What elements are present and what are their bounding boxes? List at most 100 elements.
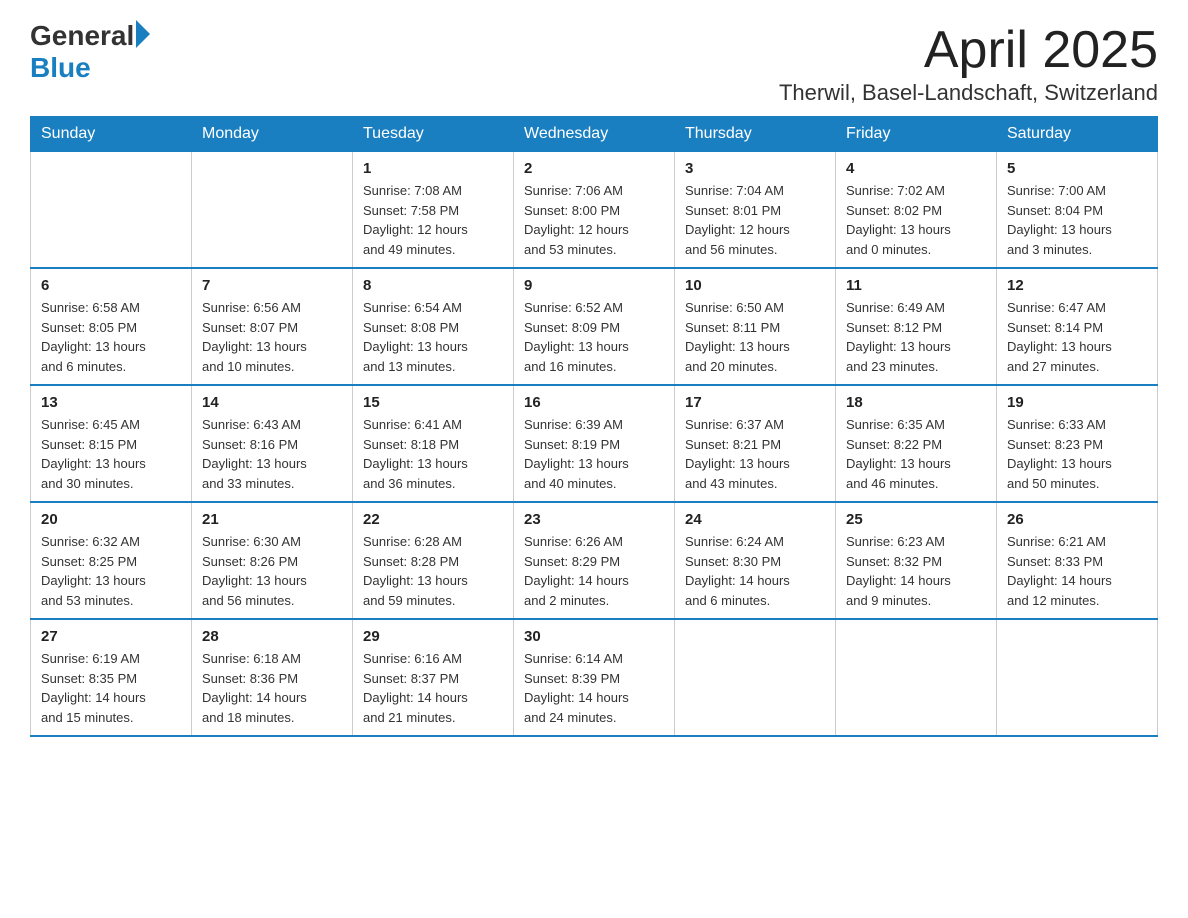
- day-info: Sunrise: 6:35 AM Sunset: 8:22 PM Dayligh…: [846, 415, 986, 493]
- calendar-cell: 2 Sunrise: 7:06 AM Sunset: 8:00 PM Daylig…: [514, 152, 675, 269]
- day-info: Sunrise: 6:32 AM Sunset: 8:25 PM Dayligh…: [41, 532, 181, 610]
- calendar-cell: 27 Sunrise: 6:19 AM Sunset: 8:35 PM Dayli…: [31, 619, 192, 736]
- calendar-cell: 22 Sunrise: 6:28 AM Sunset: 8:28 PM Dayli…: [353, 502, 514, 619]
- day-info: Sunrise: 6:39 AM Sunset: 8:19 PM Dayligh…: [524, 415, 664, 493]
- calendar-row: 1Sunrise: 7:08 AM Sunset: 7:58 PM Daylig…: [31, 152, 1158, 269]
- day-info: Sunrise: 7:06 AM Sunset: 8:00 PM Dayligh…: [524, 181, 664, 259]
- calendar-cell: [675, 619, 836, 736]
- header-wednesday: Wednesday: [514, 117, 675, 152]
- calendar-cell: 3Sunrise: 7:04 AM Sunset: 8:01 PM Daylig…: [675, 152, 836, 269]
- calendar-cell: 29 Sunrise: 6:16 AM Sunset: 8:37 PM Dayli…: [353, 619, 514, 736]
- day-number: 10: [685, 277, 825, 294]
- day-info: Sunrise: 6:52 AM Sunset: 8:09 PM Dayligh…: [524, 298, 664, 376]
- day-info: Sunrise: 6:14 AM Sunset: 8:39 PM Dayligh…: [524, 649, 664, 727]
- day-info: Sunrise: 6:54 AM Sunset: 8:08 PM Dayligh…: [363, 298, 503, 376]
- day-number: 11: [846, 277, 986, 294]
- day-number: 27: [41, 628, 181, 645]
- header-thursday: Thursday: [675, 117, 836, 152]
- day-info: Sunrise: 6:50 AM Sunset: 8:11 PM Dayligh…: [685, 298, 825, 376]
- day-number: 28: [202, 628, 342, 645]
- day-info: Sunrise: 6:16 AM Sunset: 8:37 PM Dayligh…: [363, 649, 503, 727]
- day-number: 13: [41, 394, 181, 411]
- calendar-cell: 26Sunrise: 6:21 AM Sunset: 8:33 PM Dayli…: [997, 502, 1158, 619]
- day-number: 12: [1007, 277, 1147, 294]
- header-sunday: Sunday: [31, 117, 192, 152]
- day-info: Sunrise: 6:45 AM Sunset: 8:15 PM Dayligh…: [41, 415, 181, 493]
- calendar-cell: 13 Sunrise: 6:45 AM Sunset: 8:15 PM Dayli…: [31, 385, 192, 502]
- calendar-cell: 18 Sunrise: 6:35 AM Sunset: 8:22 PM Dayli…: [836, 385, 997, 502]
- calendar-cell: 17Sunrise: 6:37 AM Sunset: 8:21 PM Dayli…: [675, 385, 836, 502]
- calendar-cell: 10 Sunrise: 6:50 AM Sunset: 8:11 PM Dayli…: [675, 268, 836, 385]
- calendar-cell: 23Sunrise: 6:26 AM Sunset: 8:29 PM Dayli…: [514, 502, 675, 619]
- calendar-header: Sunday Monday Tuesday Wednesday Thursday…: [31, 117, 1158, 152]
- day-info: Sunrise: 6:47 AM Sunset: 8:14 PM Dayligh…: [1007, 298, 1147, 376]
- calendar-cell: 8 Sunrise: 6:54 AM Sunset: 8:08 PM Daylig…: [353, 268, 514, 385]
- calendar-cell: 25 Sunrise: 6:23 AM Sunset: 8:32 PM Dayli…: [836, 502, 997, 619]
- day-info: Sunrise: 6:19 AM Sunset: 8:35 PM Dayligh…: [41, 649, 181, 727]
- calendar-cell: 19Sunrise: 6:33 AM Sunset: 8:23 PM Dayli…: [997, 385, 1158, 502]
- header-saturday: Saturday: [997, 117, 1158, 152]
- header-friday: Friday: [836, 117, 997, 152]
- day-info: Sunrise: 7:04 AM Sunset: 8:01 PM Dayligh…: [685, 181, 825, 259]
- day-info: Sunrise: 7:02 AM Sunset: 8:02 PM Dayligh…: [846, 181, 986, 259]
- day-number: 6: [41, 277, 181, 294]
- calendar-cell: 16 Sunrise: 6:39 AM Sunset: 8:19 PM Dayli…: [514, 385, 675, 502]
- day-number: 2: [524, 160, 664, 177]
- day-info: Sunrise: 6:30 AM Sunset: 8:26 PM Dayligh…: [202, 532, 342, 610]
- day-number: 16: [524, 394, 664, 411]
- day-info: Sunrise: 6:28 AM Sunset: 8:28 PM Dayligh…: [363, 532, 503, 610]
- day-number: 25: [846, 511, 986, 528]
- day-number: 7: [202, 277, 342, 294]
- day-number: 5: [1007, 160, 1147, 177]
- day-number: 29: [363, 628, 503, 645]
- day-info: Sunrise: 6:18 AM Sunset: 8:36 PM Dayligh…: [202, 649, 342, 727]
- calendar-cell: 24 Sunrise: 6:24 AM Sunset: 8:30 PM Dayli…: [675, 502, 836, 619]
- calendar-cell: [31, 152, 192, 269]
- day-info: Sunrise: 6:23 AM Sunset: 8:32 PM Dayligh…: [846, 532, 986, 610]
- logo: General Blue: [30, 20, 150, 84]
- calendar-table: Sunday Monday Tuesday Wednesday Thursday…: [30, 116, 1158, 737]
- calendar-cell: 9 Sunrise: 6:52 AM Sunset: 8:09 PM Daylig…: [514, 268, 675, 385]
- header-monday: Monday: [192, 117, 353, 152]
- day-number: 9: [524, 277, 664, 294]
- logo-general: General: [30, 20, 134, 52]
- calendar-cell: 6 Sunrise: 6:58 AM Sunset: 8:05 PM Daylig…: [31, 268, 192, 385]
- day-info: Sunrise: 7:08 AM Sunset: 7:58 PM Dayligh…: [363, 181, 503, 259]
- calendar-cell: 4Sunrise: 7:02 AM Sunset: 8:02 PM Daylig…: [836, 152, 997, 269]
- calendar-cell: [192, 152, 353, 269]
- logo-triangle-icon: [136, 20, 150, 48]
- calendar-row: 27 Sunrise: 6:19 AM Sunset: 8:35 PM Dayli…: [31, 619, 1158, 736]
- calendar-cell: 20Sunrise: 6:32 AM Sunset: 8:25 PM Dayli…: [31, 502, 192, 619]
- calendar-cell: 12 Sunrise: 6:47 AM Sunset: 8:14 PM Dayli…: [997, 268, 1158, 385]
- day-number: 21: [202, 511, 342, 528]
- calendar-row: 6 Sunrise: 6:58 AM Sunset: 8:05 PM Daylig…: [31, 268, 1158, 385]
- day-number: 22: [363, 511, 503, 528]
- day-info: Sunrise: 6:21 AM Sunset: 8:33 PM Dayligh…: [1007, 532, 1147, 610]
- calendar-cell: 5 Sunrise: 7:00 AM Sunset: 8:04 PM Daylig…: [997, 152, 1158, 269]
- day-number: 24: [685, 511, 825, 528]
- calendar-row: 13 Sunrise: 6:45 AM Sunset: 8:15 PM Dayli…: [31, 385, 1158, 502]
- calendar-cell: 30 Sunrise: 6:14 AM Sunset: 8:39 PM Dayli…: [514, 619, 675, 736]
- calendar-cell: 28 Sunrise: 6:18 AM Sunset: 8:36 PM Dayli…: [192, 619, 353, 736]
- day-info: Sunrise: 6:58 AM Sunset: 8:05 PM Dayligh…: [41, 298, 181, 376]
- day-info: Sunrise: 6:26 AM Sunset: 8:29 PM Dayligh…: [524, 532, 664, 610]
- logo-blue: Blue: [30, 52, 91, 84]
- calendar-cell: 21 Sunrise: 6:30 AM Sunset: 8:26 PM Dayli…: [192, 502, 353, 619]
- day-number: 15: [363, 394, 503, 411]
- header-tuesday: Tuesday: [353, 117, 514, 152]
- day-info: Sunrise: 6:56 AM Sunset: 8:07 PM Dayligh…: [202, 298, 342, 376]
- day-info: Sunrise: 6:43 AM Sunset: 8:16 PM Dayligh…: [202, 415, 342, 493]
- calendar-cell: [836, 619, 997, 736]
- day-info: Sunrise: 7:00 AM Sunset: 8:04 PM Dayligh…: [1007, 181, 1147, 259]
- page-header: General Blue April 2025 Therwil, Basel-L…: [30, 20, 1158, 106]
- day-info: Sunrise: 6:24 AM Sunset: 8:30 PM Dayligh…: [685, 532, 825, 610]
- day-number: 30: [524, 628, 664, 645]
- day-number: 8: [363, 277, 503, 294]
- header-row: Sunday Monday Tuesday Wednesday Thursday…: [31, 117, 1158, 152]
- location-title: Therwil, Basel-Landschaft, Switzerland: [779, 80, 1158, 106]
- month-title: April 2025: [779, 20, 1158, 80]
- day-number: 14: [202, 394, 342, 411]
- title-area: April 2025 Therwil, Basel-Landschaft, Sw…: [779, 20, 1158, 106]
- day-info: Sunrise: 6:33 AM Sunset: 8:23 PM Dayligh…: [1007, 415, 1147, 493]
- day-number: 18: [846, 394, 986, 411]
